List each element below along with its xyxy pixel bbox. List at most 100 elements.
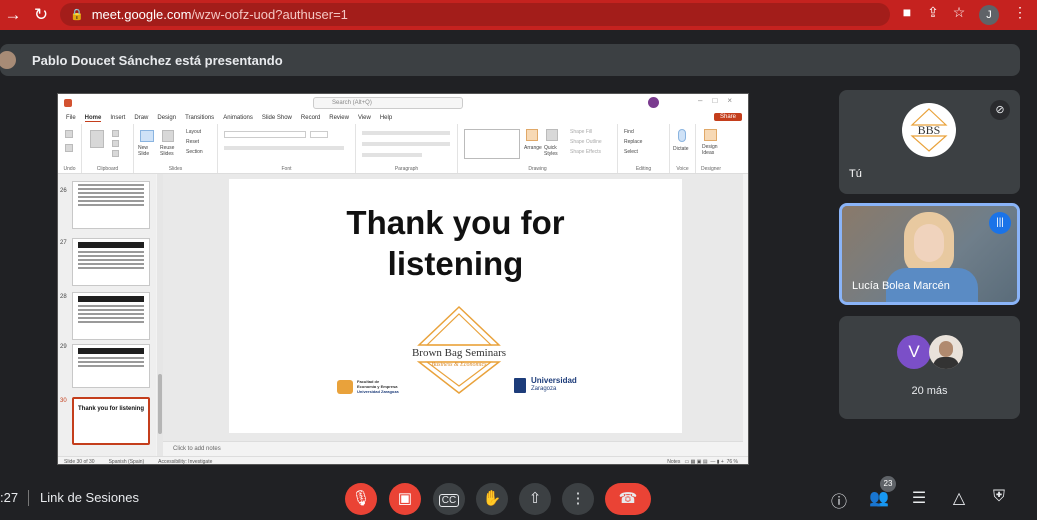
section-button[interactable]: Section [186, 149, 203, 155]
people-button[interactable]: 👥 [867, 488, 891, 508]
format-painter-icon[interactable] [112, 150, 119, 157]
participant-avatar: V [897, 335, 931, 369]
tab-home[interactable]: Home [84, 115, 102, 122]
font-size-box[interactable] [310, 131, 328, 138]
dictate-mic-icon[interactable] [678, 129, 686, 142]
font-format-row[interactable] [224, 146, 344, 150]
paragraph-row-3[interactable] [362, 153, 422, 157]
reset-button[interactable]: Reset [186, 139, 199, 145]
raise-hand-button[interactable]: ✋ [476, 483, 508, 515]
font-name-box[interactable] [224, 131, 306, 138]
more-vert-icon[interactable]: ⋮ [1008, 4, 1032, 21]
paste-icon[interactable] [90, 130, 104, 148]
layout-button[interactable]: Layout [186, 129, 201, 135]
tab-slide-show[interactable]: Slide Show [262, 115, 292, 121]
thumb-title: Thank you for listening [77, 406, 144, 412]
window-controls[interactable]: –□× [698, 96, 742, 105]
bbs-logo-avatar: BBS [902, 103, 956, 157]
tab-draw[interactable]: Draw [134, 115, 148, 121]
quick-styles-icon[interactable] [546, 129, 558, 141]
forward-arrow-icon[interactable]: → [0, 5, 26, 25]
tab-transitions[interactable]: Transitions [185, 115, 214, 121]
cut-icon[interactable] [112, 130, 119, 137]
dictate-button[interactable]: Dictate [673, 146, 689, 152]
shape-fill-button[interactable]: Shape Fill [570, 129, 592, 135]
copy-icon[interactable] [112, 140, 119, 147]
ppt-user-avatar[interactable] [648, 97, 659, 108]
reload-icon[interactable]: ↻ [28, 5, 54, 25]
slide-thumbnail-selected[interactable]: Thank you for listening [72, 397, 150, 445]
status-notes-button[interactable]: Notes [667, 459, 680, 464]
powerpoint-logo-icon [64, 99, 72, 107]
paragraph-row-1[interactable] [362, 131, 450, 135]
design-ideas-icon[interactable] [704, 129, 717, 141]
present-screen-icon: ⇧ [528, 490, 542, 507]
select-button[interactable]: Select [624, 149, 638, 155]
current-slide[interactable]: Thank you for listening Brown Bag Semina… [229, 179, 682, 433]
bookmark-star-icon[interactable]: ☆ [947, 4, 971, 21]
status-accessibility[interactable]: Accessibility: Investigate [158, 459, 212, 464]
ribbon-group-voice: Dictate Voice [670, 124, 696, 173]
profile-avatar[interactable]: J [979, 5, 999, 25]
design-ideas-button[interactable]: Design Ideas [702, 144, 724, 156]
status-zoom[interactable]: 76 % [727, 459, 738, 464]
captions-icon: CC [438, 494, 460, 507]
new-slide-icon[interactable] [140, 130, 154, 142]
presenter-avatar [0, 51, 16, 69]
tile-more-participants[interactable]: V 20 más [839, 316, 1020, 419]
slide-thumbnail[interactable] [72, 344, 150, 388]
redo-icon[interactable] [65, 144, 73, 152]
shape-outline-button[interactable]: Shape Outline [570, 139, 602, 145]
shape-effects-button[interactable]: Shape Effects [570, 149, 601, 155]
reuse-slides-button[interactable]: Reuse Slides [160, 145, 180, 157]
slide-thumbnail[interactable] [72, 238, 150, 286]
meeting-details-button[interactable]: ⓘ [827, 488, 851, 512]
group-label-designer: Designer [700, 166, 721, 172]
shapes-gallery[interactable] [464, 129, 520, 159]
leave-call-button[interactable]: ☎ [605, 483, 651, 515]
ribbon-group-paragraph: Paragraph [356, 124, 458, 173]
group-label-undo: Undo [63, 166, 76, 172]
tile-participant-video[interactable]: ||| Lucía Bolea Marcén [839, 203, 1020, 305]
camera-toggle-button[interactable]: ▣ [389, 483, 421, 515]
host-controls-button[interactable]: ⛨ [987, 488, 1011, 506]
captions-button[interactable]: CC [433, 483, 465, 515]
ppt-share-button[interactable]: Share [713, 113, 742, 121]
slide-thumbnail[interactable] [72, 181, 150, 229]
camera-icon[interactable]: ■ [895, 4, 919, 20]
address-bar[interactable]: 🔒 meet.google.com /wzw-oofz-uod?authuser… [60, 3, 890, 26]
thumb-number: 27 [60, 240, 67, 246]
tab-record[interactable]: Record [301, 115, 320, 121]
quick-styles-button[interactable]: Quick Styles [544, 145, 566, 157]
notes-area[interactable]: Click to add notes [163, 441, 743, 456]
ppt-status-bar: Slide 30 of 30 Spanish (Spain) Accessibi… [58, 456, 748, 464]
tile-self[interactable]: BBS ⊘ Tú [839, 90, 1020, 194]
find-button[interactable]: Find [624, 129, 634, 135]
tab-view[interactable]: View [358, 115, 371, 121]
arrange-icon[interactable] [526, 129, 538, 141]
tab-review[interactable]: Review [329, 115, 349, 121]
reuse-slides-icon[interactable] [162, 130, 174, 142]
undo-icon[interactable] [65, 130, 73, 138]
meeting-time: :27 [0, 490, 19, 505]
tab-insert[interactable]: Insert [110, 115, 125, 121]
hang-up-icon: ☎ [618, 490, 638, 507]
share-page-icon[interactable]: ⇪ [921, 4, 945, 21]
chat-button[interactable]: ☰ [907, 488, 931, 508]
camera-off-icon: ▣ [397, 490, 413, 507]
mic-toggle-button[interactable]: 🎙 [345, 483, 377, 515]
present-now-button[interactable]: ⇧ [519, 483, 551, 515]
slide-thumbnail[interactable] [72, 292, 150, 340]
tab-file[interactable]: File [66, 115, 76, 121]
more-options-button[interactable]: ⋮ [562, 483, 594, 515]
arrange-button[interactable]: Arrange [524, 145, 542, 151]
tab-help[interactable]: Help [380, 115, 392, 121]
ppt-search-box[interactable]: Search (Alt+Q) [313, 97, 463, 109]
activities-button[interactable]: △ [947, 488, 971, 508]
new-slide-button[interactable]: New Slide [138, 145, 158, 157]
tab-animations[interactable]: Animations [223, 115, 253, 121]
replace-button[interactable]: Replace [624, 139, 642, 145]
tab-design[interactable]: Design [157, 115, 176, 121]
paragraph-row-2[interactable] [362, 142, 450, 146]
status-language[interactable]: Spanish (Spain) [109, 459, 145, 464]
